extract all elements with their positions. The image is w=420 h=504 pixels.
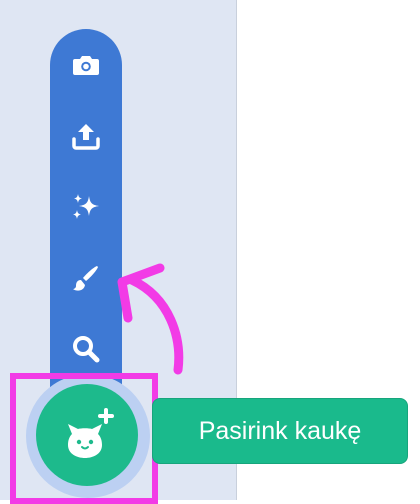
surprise-button[interactable] — [50, 177, 122, 237]
paintbrush-icon — [73, 266, 98, 291]
camera-icon — [73, 56, 99, 75]
choose-sprite-fab — [24, 374, 150, 498]
upload-button[interactable] — [50, 106, 122, 166]
search-icon — [73, 336, 100, 363]
sparkles-icon — [73, 194, 99, 219]
upload-icon — [72, 124, 100, 150]
choose-sprite-menu — [50, 29, 122, 429]
paint-button[interactable] — [50, 248, 122, 308]
tooltip: Pasirink kaukę — [152, 398, 408, 464]
camera-button[interactable] — [50, 35, 122, 95]
search-button[interactable] — [50, 319, 122, 379]
tooltip-label: Pasirink kaukę — [198, 416, 362, 445]
cat-add-icon — [68, 408, 114, 458]
choose-sprite-button[interactable] — [36, 384, 138, 486]
